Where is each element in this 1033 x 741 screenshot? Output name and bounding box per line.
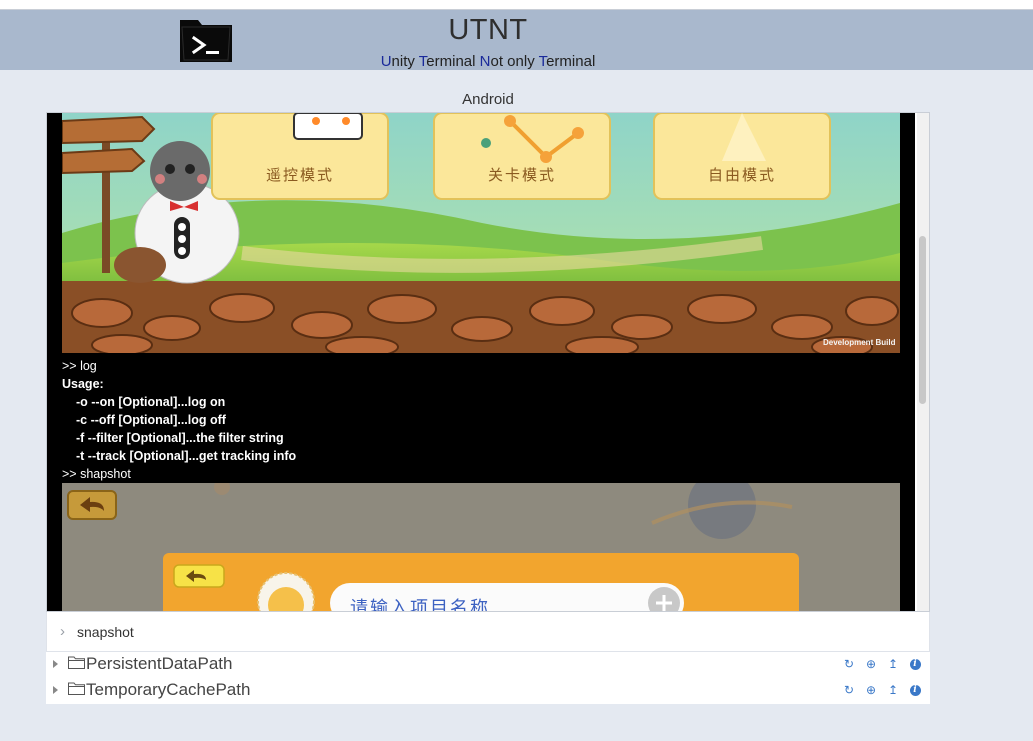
terminal-line: -o --on [Optional]...log on [76, 395, 226, 409]
tree-row-persistent[interactable]: PersistentDataPath ↻ ⊕ ↥ i [46, 652, 930, 678]
folder-icon [68, 656, 85, 669]
prompt-chevron-icon: › [60, 623, 65, 640]
expand-arrow-icon[interactable] [53, 686, 58, 694]
add-icon[interactable]: ⊕ [864, 657, 878, 671]
device-label: Android [462, 91, 514, 108]
terminal-line: Usage: [62, 377, 104, 391]
command-bar: › [46, 612, 930, 652]
snapshot-image-level-select [62, 113, 900, 353]
terminal-line: -c --off [Optional]...log off [76, 413, 226, 427]
mode-button-level: 关卡模式 [487, 166, 556, 184]
file-tree: PersistentDataPath ↻ ⊕ ↥ i TemporaryCach… [46, 652, 930, 704]
expand-arrow-icon[interactable] [53, 660, 58, 668]
terminal-log: >> log Usage: -o --on [Optional]...log on -… [62, 357, 902, 483]
terminal-panel: 遥控模式 关卡模式 自由模式 Development Build >> log U… [46, 112, 930, 612]
top-edge [0, 0, 1033, 10]
tree-row-temporary[interactable]: TemporaryCachePath ↻ ⊕ ↥ i [46, 678, 930, 704]
subtitle-initial: N [479, 53, 491, 70]
tree-row-label: PersistentDataPath [86, 654, 233, 673]
app-title: UTNT [448, 14, 528, 46]
project-name-placeholder: 请输入项目名称 [350, 598, 490, 611]
subtitle-text: erminal [546, 53, 596, 70]
terminal-line: >> shapshot [62, 467, 131, 481]
app-subtitle: Unity Terminal Not only Terminal [0, 53, 976, 70]
info-icon[interactable]: i [908, 683, 922, 697]
terminal-line: -t --track [Optional]...get tracking inf… [76, 449, 297, 463]
terminal-scrollbar[interactable] [917, 113, 929, 611]
command-input[interactable] [77, 622, 897, 642]
snapshot-image-project-dialog [62, 483, 900, 611]
terminal-output: 遥控模式 关卡模式 自由模式 Development Build >> log U… [47, 113, 915, 611]
upload-icon[interactable]: ↥ [886, 657, 900, 671]
add-icon[interactable]: ⊕ [864, 683, 878, 697]
scroll-thumb[interactable] [919, 236, 926, 404]
mode-button-free: 自由模式 [707, 166, 776, 184]
refresh-icon[interactable]: ↻ [842, 657, 856, 671]
terminal-line: -f --filter [Optional]...the filter stri… [76, 431, 284, 445]
tree-row-label: TemporaryCachePath [86, 680, 251, 699]
app-header: UTNT Unity Terminal Not only Terminal [0, 10, 1033, 70]
upload-icon[interactable]: ↥ [886, 683, 900, 697]
info-icon[interactable]: i [908, 657, 922, 671]
subtitle-text: nity [391, 53, 419, 70]
subtitle-text: erminal [426, 53, 480, 70]
row-actions: ↻ ⊕ ↥ i [842, 657, 922, 671]
terminal-line: >> log [62, 359, 97, 373]
subtitle-text: ot only [490, 53, 539, 70]
subtitle-initial: U [380, 53, 392, 70]
development-build-watermark: Development Build [823, 338, 896, 347]
mode-button-remote: 遥控模式 [265, 166, 334, 184]
row-actions: ↻ ⊕ ↥ i [842, 683, 922, 697]
subtitle-initial: T [538, 53, 547, 70]
refresh-icon[interactable]: ↻ [842, 683, 856, 697]
folder-icon [68, 682, 85, 695]
